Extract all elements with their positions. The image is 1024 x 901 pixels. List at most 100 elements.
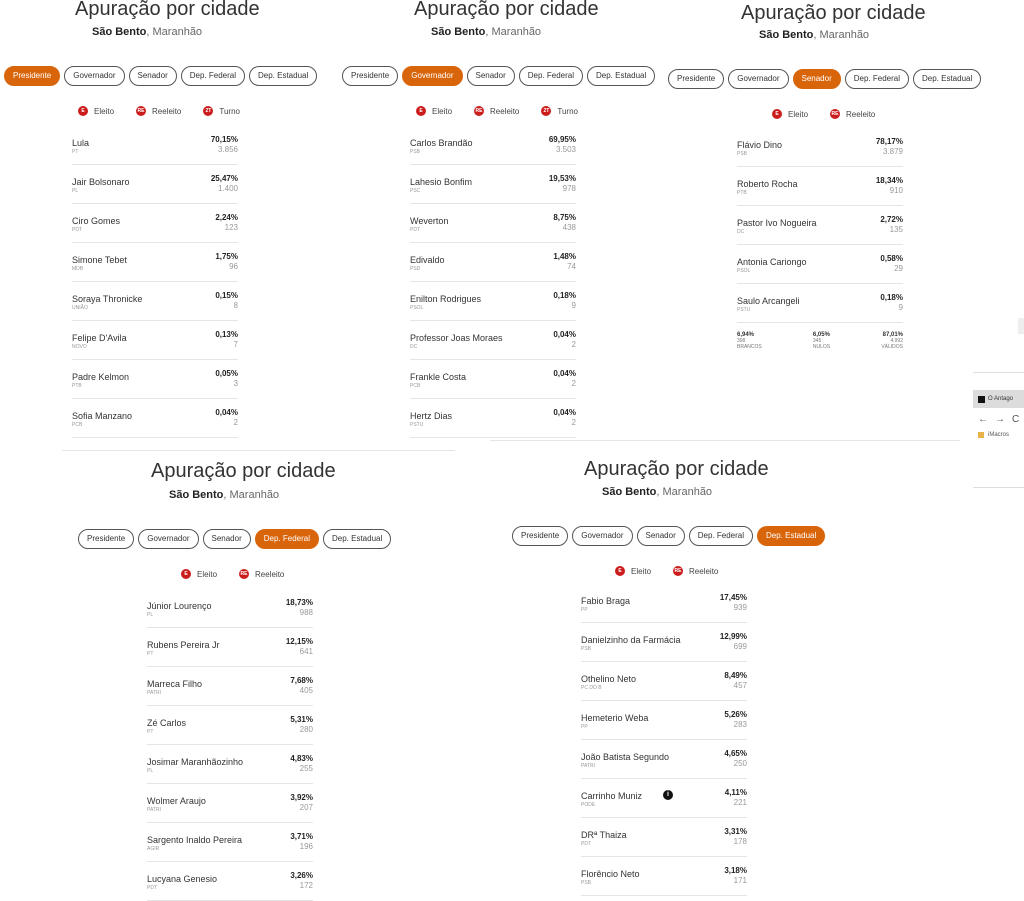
- tab-governador[interactable]: Governador: [728, 69, 789, 89]
- candidate-party: PATRI: [581, 763, 595, 769]
- candidate-party: PDT: [147, 885, 157, 891]
- candidate-row: Carrinho Muniz i PODE 4,11% 221: [581, 779, 747, 818]
- candidate-name: Júnior Lourenço: [147, 601, 212, 611]
- candidate-votes: 283: [733, 720, 747, 729]
- candidate-party: PSB: [581, 646, 592, 652]
- tab-presidente[interactable]: Presidente: [342, 66, 399, 86]
- tab-senador[interactable]: Senador: [202, 529, 251, 549]
- candidate-votes: 221: [733, 798, 747, 807]
- candidate-party: AGIR: [147, 846, 160, 852]
- tab-dep-estadual[interactable]: Dep. Estadual: [913, 69, 982, 89]
- candidate-votes: 172: [299, 881, 313, 890]
- legend-reelected: Reeleito: [152, 106, 182, 116]
- panel-title: Apuração por cidade: [741, 2, 926, 24]
- candidate-row: Enilton Rodrigues PSOL 0,18% 9: [410, 282, 576, 321]
- candidate-votes: 8: [233, 301, 238, 310]
- info-icon[interactable]: i: [663, 790, 673, 800]
- candidate-votes: 123: [224, 223, 238, 232]
- candidate-percent: 0,04%: [553, 369, 576, 378]
- candidate-votes: 3: [233, 379, 238, 388]
- tab-dep-estadual[interactable]: Dep. Estadual: [249, 66, 318, 86]
- candidate-percent: 1,75%: [215, 252, 238, 261]
- legend-reelected: Reeleito: [846, 109, 876, 119]
- candidate-percent: 0,18%: [880, 293, 903, 302]
- candidate-percent: 0,04%: [215, 408, 238, 417]
- browser-tab-title: O Antago: [988, 396, 1014, 402]
- candidate-party: PCB: [410, 383, 421, 389]
- candidate-name: Hemeterio Weba: [581, 713, 649, 723]
- tab-dep-estadual[interactable]: Dep. Estadual: [587, 66, 656, 86]
- office-tabs: Presidente Governador Senador Dep. Feder…: [4, 66, 318, 86]
- candidate-name: Soraya Thronicke: [72, 294, 143, 304]
- tab-dep-estadual[interactable]: Dep. Estadual: [757, 526, 826, 546]
- candidate-votes: 405: [299, 686, 313, 695]
- tab-senador[interactable]: Senador: [636, 526, 685, 546]
- candidate-party: PATRI: [147, 690, 161, 696]
- candidate-percent: 12,99%: [719, 632, 747, 641]
- tab-senador[interactable]: Senador: [792, 69, 841, 89]
- office-tabs: Presidente Governador Senador Dep. Feder…: [512, 526, 826, 546]
- candidate-votes: 939: [733, 603, 747, 612]
- candidate-row: Júnior Lourenço PL 18,73% 988: [147, 589, 313, 628]
- tab-dep-federal[interactable]: Dep. Federal: [254, 529, 319, 549]
- candidate-row: Weverton PDT 8,75% 438: [410, 204, 576, 243]
- tab-senador[interactable]: Senador: [466, 66, 515, 86]
- bookmark-imacros[interactable]: iMacros: [978, 432, 1009, 438]
- tab-presidente[interactable]: Presidente: [78, 529, 135, 549]
- browser-tab[interactable]: O Antago: [973, 390, 1024, 408]
- tab-presidente[interactable]: Presidente: [512, 526, 569, 546]
- candidate-party: PTB: [737, 190, 747, 196]
- candidate-percent: 5,31%: [290, 715, 313, 724]
- candidate-row: Pastor Ivo Nogueira DC 2,72% 135: [737, 206, 903, 245]
- candidate-name: João Batista Segundo: [581, 752, 670, 762]
- candidate-name: Florêncio Neto: [581, 869, 640, 879]
- candidate-percent: 0,05%: [215, 369, 238, 378]
- forward-icon[interactable]: →: [995, 414, 1005, 425]
- candidate-percent: 18,34%: [875, 176, 903, 185]
- tab-presidente[interactable]: Presidente: [4, 66, 61, 86]
- candidate-percent: 19,53%: [548, 174, 576, 183]
- tab-governador[interactable]: Governador: [572, 526, 633, 546]
- candidate-row: DRª Thaiza PDT 3,31% 178: [581, 818, 747, 857]
- candidate-name: Othelino Neto: [581, 674, 637, 684]
- candidate-name: Enilton Rodrigues: [410, 294, 482, 304]
- candidate-name: Antonia Cariongo: [737, 257, 807, 267]
- tab-dep-federal[interactable]: Dep. Federal: [180, 66, 245, 86]
- runoff-icon: 2T: [541, 106, 552, 116]
- tab-presidente[interactable]: Presidente: [668, 69, 725, 89]
- divider: [973, 487, 1024, 488]
- candidate-percent: 1,48%: [553, 252, 576, 261]
- candidate-name: Sofia Manzano: [72, 411, 133, 421]
- browser-fragment: O Antago ← → C iMacros: [973, 0, 1024, 895]
- candidate-votes: 9: [898, 303, 903, 312]
- candidate-name: Ciro Gomes: [72, 216, 121, 226]
- back-icon[interactable]: ←: [978, 414, 988, 425]
- candidate-row: Carlos Brandão PSB 69,95% 3.503: [410, 126, 576, 165]
- panel-title: Apuração por cidade: [151, 460, 336, 482]
- tab-senador[interactable]: Senador: [128, 66, 177, 86]
- legend-elected: Eleito: [197, 569, 218, 579]
- candidate-votes: 2: [571, 379, 576, 388]
- tab-governador[interactable]: Governador: [64, 66, 125, 86]
- tab-governador[interactable]: Governador: [138, 529, 199, 549]
- elected-icon: E: [615, 566, 625, 576]
- candidate-votes: 1.400: [217, 184, 238, 193]
- candidate-percent: 0,15%: [215, 291, 238, 300]
- panel-location: São Bento, Maranhão: [431, 26, 542, 38]
- tab-dep-federal[interactable]: Dep. Federal: [518, 66, 583, 86]
- tab-dep-federal[interactable]: Dep. Federal: [844, 69, 909, 89]
- tab-dep-estadual[interactable]: Dep. Estadual: [323, 529, 392, 549]
- tab-dep-federal[interactable]: Dep. Federal: [688, 526, 753, 546]
- legend: E Eleito RE Reeleito: [615, 566, 718, 576]
- folder-icon: [978, 432, 984, 438]
- candidate-party: PSD: [410, 266, 421, 272]
- panel-location: São Bento, Maranhão: [759, 29, 870, 41]
- reload-icon[interactable]: C: [1012, 414, 1019, 425]
- legend: E Eleito RE Reeleito 2T Turno: [78, 106, 240, 116]
- divider: [62, 450, 455, 451]
- candidate-row: Marreca Filho PATRI 7,68% 405: [147, 667, 313, 706]
- candidate-name: Roberto Rocha: [737, 179, 798, 189]
- legend-runoff: Turno: [219, 106, 240, 116]
- tab-governador[interactable]: Governador: [402, 66, 463, 86]
- candidate-row: Saulo Arcangeli PSTU 0,18% 9: [737, 284, 903, 323]
